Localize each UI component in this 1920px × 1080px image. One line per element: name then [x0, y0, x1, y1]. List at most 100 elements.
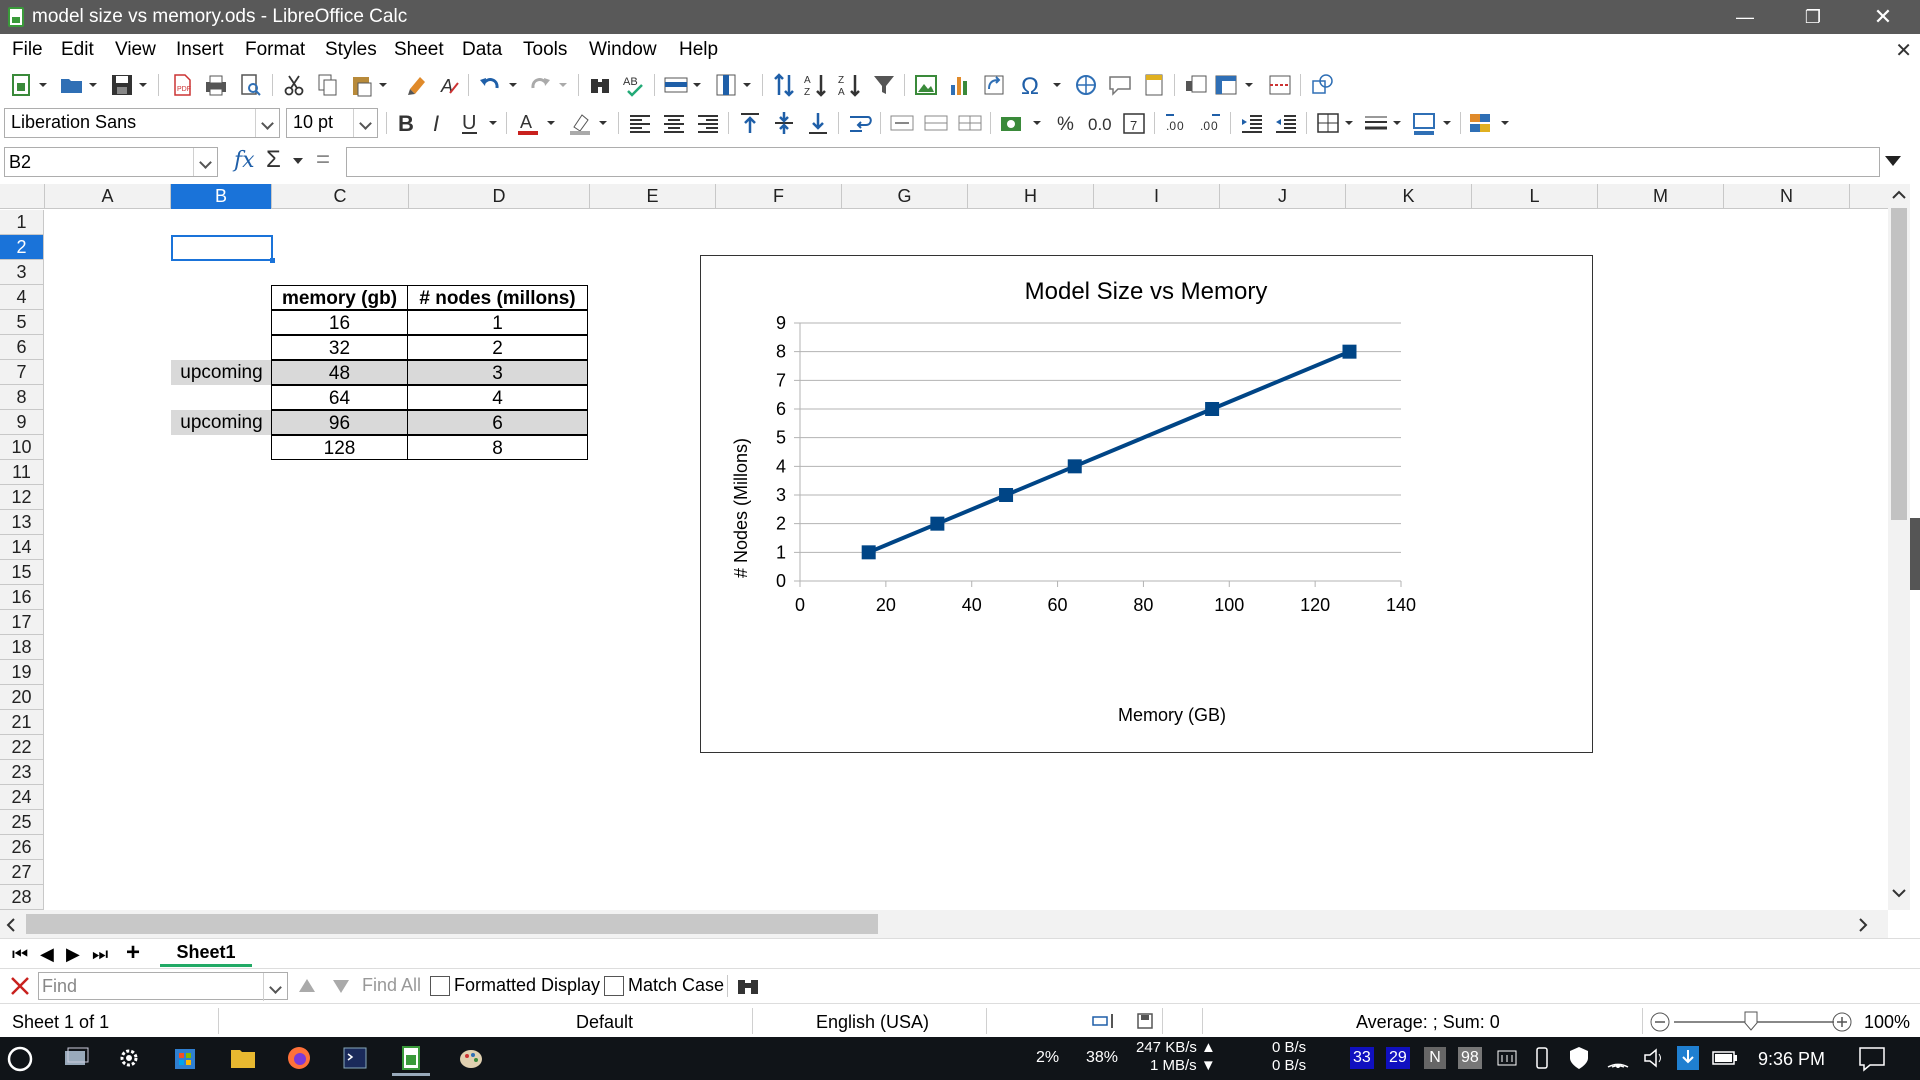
freeze-rows-columns-icon[interactable]: [1212, 71, 1240, 99]
row-header[interactable]: 9: [0, 410, 44, 435]
taskbar-app[interactable]: [104, 1041, 154, 1076]
taskbar-app[interactable]: [446, 1041, 496, 1076]
find-replace-dialog-icon[interactable]: [736, 975, 760, 997]
page-style[interactable]: Default: [576, 1012, 633, 1033]
spelling-icon[interactable]: AB: [620, 71, 648, 99]
sidebar-handle[interactable]: [1910, 518, 1920, 590]
paste-dropdown-icon[interactable]: [376, 71, 390, 99]
horizontal-scroll-thumb[interactable]: [26, 914, 878, 934]
menu-view[interactable]: View: [115, 39, 156, 61]
tray-app-icon[interactable]: [1496, 1047, 1518, 1069]
sheet-tab-active[interactable]: Sheet1: [160, 939, 252, 967]
find-replace-icon[interactable]: [586, 71, 614, 99]
headers-footers-icon[interactable]: [1140, 71, 1168, 99]
column-header[interactable]: E: [590, 184, 716, 209]
menu-styles[interactable]: Styles: [325, 39, 377, 61]
clock[interactable]: 9:36 PM: [1758, 1049, 1825, 1070]
align-right-icon[interactable]: [694, 109, 722, 137]
open-dropdown-icon[interactable]: [86, 71, 100, 99]
column-header[interactable]: N: [1724, 184, 1850, 209]
find-all-button[interactable]: Find All: [362, 975, 421, 996]
table-cell-nodes[interactable]: 3: [407, 360, 588, 385]
percent-format-icon[interactable]: %: [1052, 109, 1080, 137]
zoom-level[interactable]: 100%: [1864, 1012, 1910, 1033]
taskbar-app[interactable]: [330, 1041, 380, 1076]
cut-icon[interactable]: [280, 71, 308, 99]
freeze-dropdown-icon[interactable]: [1242, 71, 1256, 99]
tray-badge[interactable]: N: [1424, 1047, 1446, 1069]
taskbar-app[interactable]: [218, 1041, 268, 1076]
find-history-dropdown-icon[interactable]: [263, 973, 287, 1001]
align-center-icon[interactable]: [660, 109, 688, 137]
hyperlink-icon[interactable]: [1072, 71, 1100, 99]
table-cell-nodes[interactable]: 4: [407, 385, 588, 410]
row-header[interactable]: 20: [0, 685, 44, 710]
tray-badge[interactable]: 29: [1386, 1047, 1410, 1069]
battery-icon[interactable]: [1712, 1049, 1738, 1067]
first-sheet-icon[interactable]: ⏮: [12, 944, 28, 965]
split-window-icon[interactable]: [1266, 71, 1294, 99]
menu-insert[interactable]: Insert: [176, 39, 224, 61]
column-header[interactable]: G: [842, 184, 968, 209]
clear-formatting-icon[interactable]: A: [436, 71, 464, 99]
column-header[interactable]: M: [1598, 184, 1724, 209]
column-header[interactable]: J: [1220, 184, 1346, 209]
row-header[interactable]: 11: [0, 460, 44, 485]
vertical-scrollbar[interactable]: [1888, 184, 1910, 910]
row-header[interactable]: 1: [0, 210, 44, 235]
redo-dropdown-icon[interactable]: [556, 71, 570, 99]
currency-dropdown-icon[interactable]: [1030, 109, 1044, 137]
menu-edit[interactable]: Edit: [61, 39, 94, 61]
border-color-dropdown-icon[interactable]: [1440, 109, 1454, 137]
row-header[interactable]: 8: [0, 385, 44, 410]
undo-dropdown-icon[interactable]: [506, 71, 520, 99]
formula-input[interactable]: [346, 147, 1880, 177]
find-next-icon[interactable]: [332, 979, 350, 995]
action-center-icon[interactable]: [1858, 1046, 1886, 1072]
autofilter-icon[interactable]: [870, 71, 898, 99]
next-sheet-icon[interactable]: ▶: [66, 944, 80, 965]
column-header[interactable]: A: [45, 184, 171, 209]
column-dropdown-icon[interactable]: [740, 71, 754, 99]
column-icon[interactable]: [712, 71, 740, 99]
new-document-icon[interactable]: [8, 71, 36, 99]
menu-help[interactable]: Help: [679, 39, 718, 61]
find-previous-icon[interactable]: [298, 977, 316, 993]
insert-mode-icon[interactable]: [1092, 1013, 1116, 1029]
table-cell-memory[interactable]: 48: [271, 360, 408, 385]
font-color-icon[interactable]: A: [514, 109, 542, 137]
tray-badge[interactable]: 33: [1350, 1047, 1374, 1069]
select-all-corner[interactable]: [0, 184, 45, 209]
row-header[interactable]: 23: [0, 760, 44, 785]
wrap-text-icon[interactable]: [846, 109, 874, 137]
wifi-icon[interactable]: [1606, 1047, 1630, 1069]
print-preview-icon[interactable]: [236, 71, 264, 99]
taskbar-app[interactable]: [160, 1041, 210, 1076]
row-header[interactable]: 4: [0, 285, 44, 310]
column-header[interactable]: I: [1094, 184, 1220, 209]
security-shield-icon[interactable]: [1568, 1046, 1590, 1070]
selection-summary[interactable]: Average: ; Sum: 0: [1356, 1012, 1500, 1033]
name-box[interactable]: B2: [4, 147, 218, 177]
row-label-upcoming[interactable]: upcoming: [171, 410, 272, 435]
menu-data[interactable]: Data: [462, 39, 502, 61]
add-sheet-icon[interactable]: +: [126, 939, 140, 967]
row-header[interactable]: 22: [0, 735, 44, 760]
row-header[interactable]: 25: [0, 810, 44, 835]
row-header[interactable]: 5: [0, 310, 44, 335]
menu-tools[interactable]: Tools: [523, 39, 567, 61]
underline-dropdown-icon[interactable]: [486, 109, 500, 137]
column-header[interactable]: C: [272, 184, 409, 209]
start-button-icon[interactable]: [6, 1045, 34, 1073]
taskbar-app-active[interactable]: [386, 1041, 436, 1076]
row-label-upcoming[interactable]: upcoming: [171, 360, 272, 385]
vertical-scroll-thumb[interactable]: [1891, 208, 1907, 520]
delete-decimal-place-icon[interactable]: .0 0: [1196, 109, 1224, 137]
row-header[interactable]: 16: [0, 585, 44, 610]
font-name-dropdown-icon[interactable]: [255, 109, 279, 137]
column-header-selected[interactable]: B: [171, 184, 272, 209]
tray-download-icon[interactable]: [1676, 1045, 1700, 1071]
center-vertically-icon[interactable]: [770, 109, 798, 137]
clone-formatting-icon[interactable]: [404, 71, 432, 99]
align-bottom-icon[interactable]: [804, 109, 832, 137]
